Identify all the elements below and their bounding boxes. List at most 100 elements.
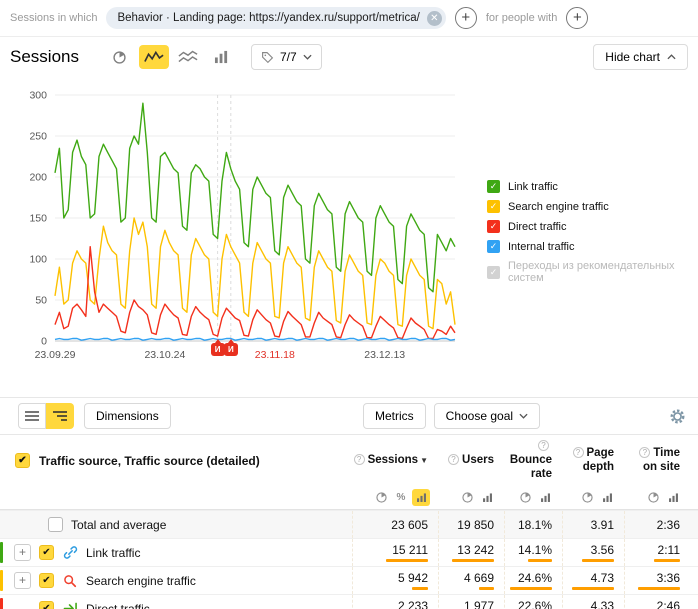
expand-row-button[interactable]: + xyxy=(14,544,31,561)
legend-checkbox[interactable]: ✓ xyxy=(487,240,500,253)
pie-icon[interactable] xyxy=(458,489,476,506)
total-row: Total and average23 60519 85018.1%3.912:… xyxy=(0,510,698,538)
column-header-sessions[interactable]: ?Sessions▼ xyxy=(352,454,438,468)
dimensions-button[interactable]: Dimensions xyxy=(84,403,171,429)
column-chart-type-icon[interactable] xyxy=(207,45,237,69)
row-label[interactable]: Search engine traffic xyxy=(86,574,196,588)
metric-value: 2 233 xyxy=(398,599,428,609)
table-row: +✔Search engine traffic5 9424 66924.6%4.… xyxy=(0,566,698,594)
pie-chart-type-icon[interactable] xyxy=(105,45,135,69)
metric-share-bar xyxy=(582,559,614,562)
metric-value: 2:36 xyxy=(657,518,680,532)
settings-gear-icon[interactable] xyxy=(669,408,686,430)
svg-text:23.10.24: 23.10.24 xyxy=(144,349,185,361)
chart-type-switcher xyxy=(105,45,237,69)
metric-value: 15 211 xyxy=(392,543,428,557)
direct-icon xyxy=(62,602,78,609)
column-header-page-depth[interactable]: ?Page depth xyxy=(562,447,624,475)
metric-cell: 2 233 xyxy=(352,595,438,609)
help-icon[interactable]: ? xyxy=(538,440,549,451)
metric-cell: 5 942 xyxy=(352,567,438,594)
goals-dropdown-value: 7/7 xyxy=(280,50,297,64)
svg-text:23.12.13: 23.12.13 xyxy=(364,349,405,361)
metric-cell: 2:11 xyxy=(624,539,690,566)
metric-cell: 3.56 xyxy=(562,539,624,566)
goals-dropdown[interactable]: 7/7 xyxy=(251,44,322,70)
svg-text:150: 150 xyxy=(29,213,47,225)
metric-value: 14.1% xyxy=(518,543,552,557)
bars-icon[interactable] xyxy=(664,489,682,506)
metric-share-bar xyxy=(654,559,680,562)
column-header-users[interactable]: ?Users xyxy=(438,454,504,468)
metric-cell: 3.91 xyxy=(562,511,624,538)
metric-display-mode-row: % xyxy=(0,486,698,510)
metric-cell: 18.1% xyxy=(504,511,562,538)
metrics-button[interactable]: Metrics xyxy=(363,403,426,429)
metric-value: 2:11 xyxy=(658,543,680,557)
stacked-chart-type-icon[interactable] xyxy=(173,45,203,69)
metrics-controls: Metrics Choose goal xyxy=(363,403,540,429)
flat-list-view-icon[interactable] xyxy=(18,403,46,429)
bars-icon[interactable] xyxy=(478,489,496,506)
legend-item[interactable]: ✓Search engine traffic xyxy=(487,200,698,213)
bars-icon[interactable] xyxy=(536,489,554,506)
bars-icon[interactable] xyxy=(598,489,616,506)
metric-cell: 2:46 xyxy=(624,595,690,609)
select-all-checkbox[interactable]: ✔ xyxy=(15,453,30,468)
metric-value: 3:36 xyxy=(657,571,680,585)
metric-share-bar xyxy=(572,587,614,590)
legend-checkbox[interactable]: ✓ xyxy=(487,180,500,193)
help-icon[interactable]: ? xyxy=(639,447,650,458)
legend-item[interactable]: ✓Direct traffic xyxy=(487,220,698,233)
segmentation-bar: Sessions in which Behavior · Landing pag… xyxy=(0,0,698,37)
metric-mode-cell xyxy=(624,489,690,506)
metric-value: 4.73 xyxy=(591,571,614,585)
row-checkbox[interactable]: ✔ xyxy=(39,573,54,588)
legend-checkbox[interactable]: ✓ xyxy=(487,200,500,213)
add-people-filter-button[interactable]: + xyxy=(566,7,588,29)
series-color-strip xyxy=(0,598,3,609)
line-chart[interactable]: 05010015020025030023.09.2923.10.2423.11.… xyxy=(8,87,483,375)
line-chart-type-icon[interactable] xyxy=(139,45,169,69)
expand-row-button[interactable]: + xyxy=(14,572,31,589)
help-icon[interactable]: ? xyxy=(354,454,365,465)
row-checkbox[interactable] xyxy=(48,517,63,532)
pie-icon[interactable] xyxy=(516,489,534,506)
annotation-pin[interactable]: И xyxy=(211,343,225,356)
tree-view-icon[interactable] xyxy=(46,403,74,429)
legend-item[interactable]: ✓Internal traffic xyxy=(487,240,698,253)
row-label[interactable]: Direct traffic xyxy=(86,602,150,609)
add-session-filter-button[interactable]: + xyxy=(455,7,477,29)
metric-share-bar xyxy=(386,559,428,562)
svg-text:23.11.18: 23.11.18 xyxy=(255,349,295,361)
column-header-bounce-rate[interactable]: ?Bounce rate xyxy=(504,440,562,481)
legend-item[interactable]: ✓Переходы из рекомендательных систем xyxy=(487,260,698,284)
row-label[interactable]: Link traffic xyxy=(86,546,140,560)
metric-value: 5 942 xyxy=(398,571,428,585)
metric-share-bar xyxy=(638,587,680,590)
bars-icon[interactable] xyxy=(412,489,430,506)
choose-goal-button[interactable]: Choose goal xyxy=(434,403,540,429)
metric-cell: 24.6% xyxy=(504,567,562,594)
pie-icon[interactable] xyxy=(372,489,390,506)
filter-chip[interactable]: Behavior · Landing page: https://yandex.… xyxy=(106,7,445,29)
percent-icon[interactable]: % xyxy=(392,489,410,506)
row-checkbox[interactable]: ✔ xyxy=(39,601,54,609)
legend-checkbox[interactable]: ✓ xyxy=(487,220,500,233)
pie-icon[interactable] xyxy=(578,489,596,506)
column-header-time-on-site[interactable]: ?Time on site xyxy=(624,447,690,475)
pie-icon[interactable] xyxy=(644,489,662,506)
legend-checkbox[interactable]: ✓ xyxy=(487,266,500,279)
help-icon[interactable]: ? xyxy=(573,447,584,458)
remove-filter-icon[interactable]: ✕ xyxy=(427,11,442,26)
legend-item[interactable]: ✓ Link traffic xyxy=(487,180,698,193)
svg-text:100: 100 xyxy=(29,254,47,266)
legend-label: Link traffic xyxy=(508,181,558,193)
help-icon[interactable]: ? xyxy=(448,454,459,465)
metric-cell: 15 211 xyxy=(352,539,438,566)
metric-cell: 23 605 xyxy=(352,511,438,538)
row-checkbox[interactable]: ✔ xyxy=(39,545,54,560)
hide-chart-button[interactable]: Hide chart xyxy=(593,44,688,70)
column-header-label: Page depth xyxy=(583,447,614,473)
annotation-pin[interactable]: И xyxy=(224,343,238,356)
